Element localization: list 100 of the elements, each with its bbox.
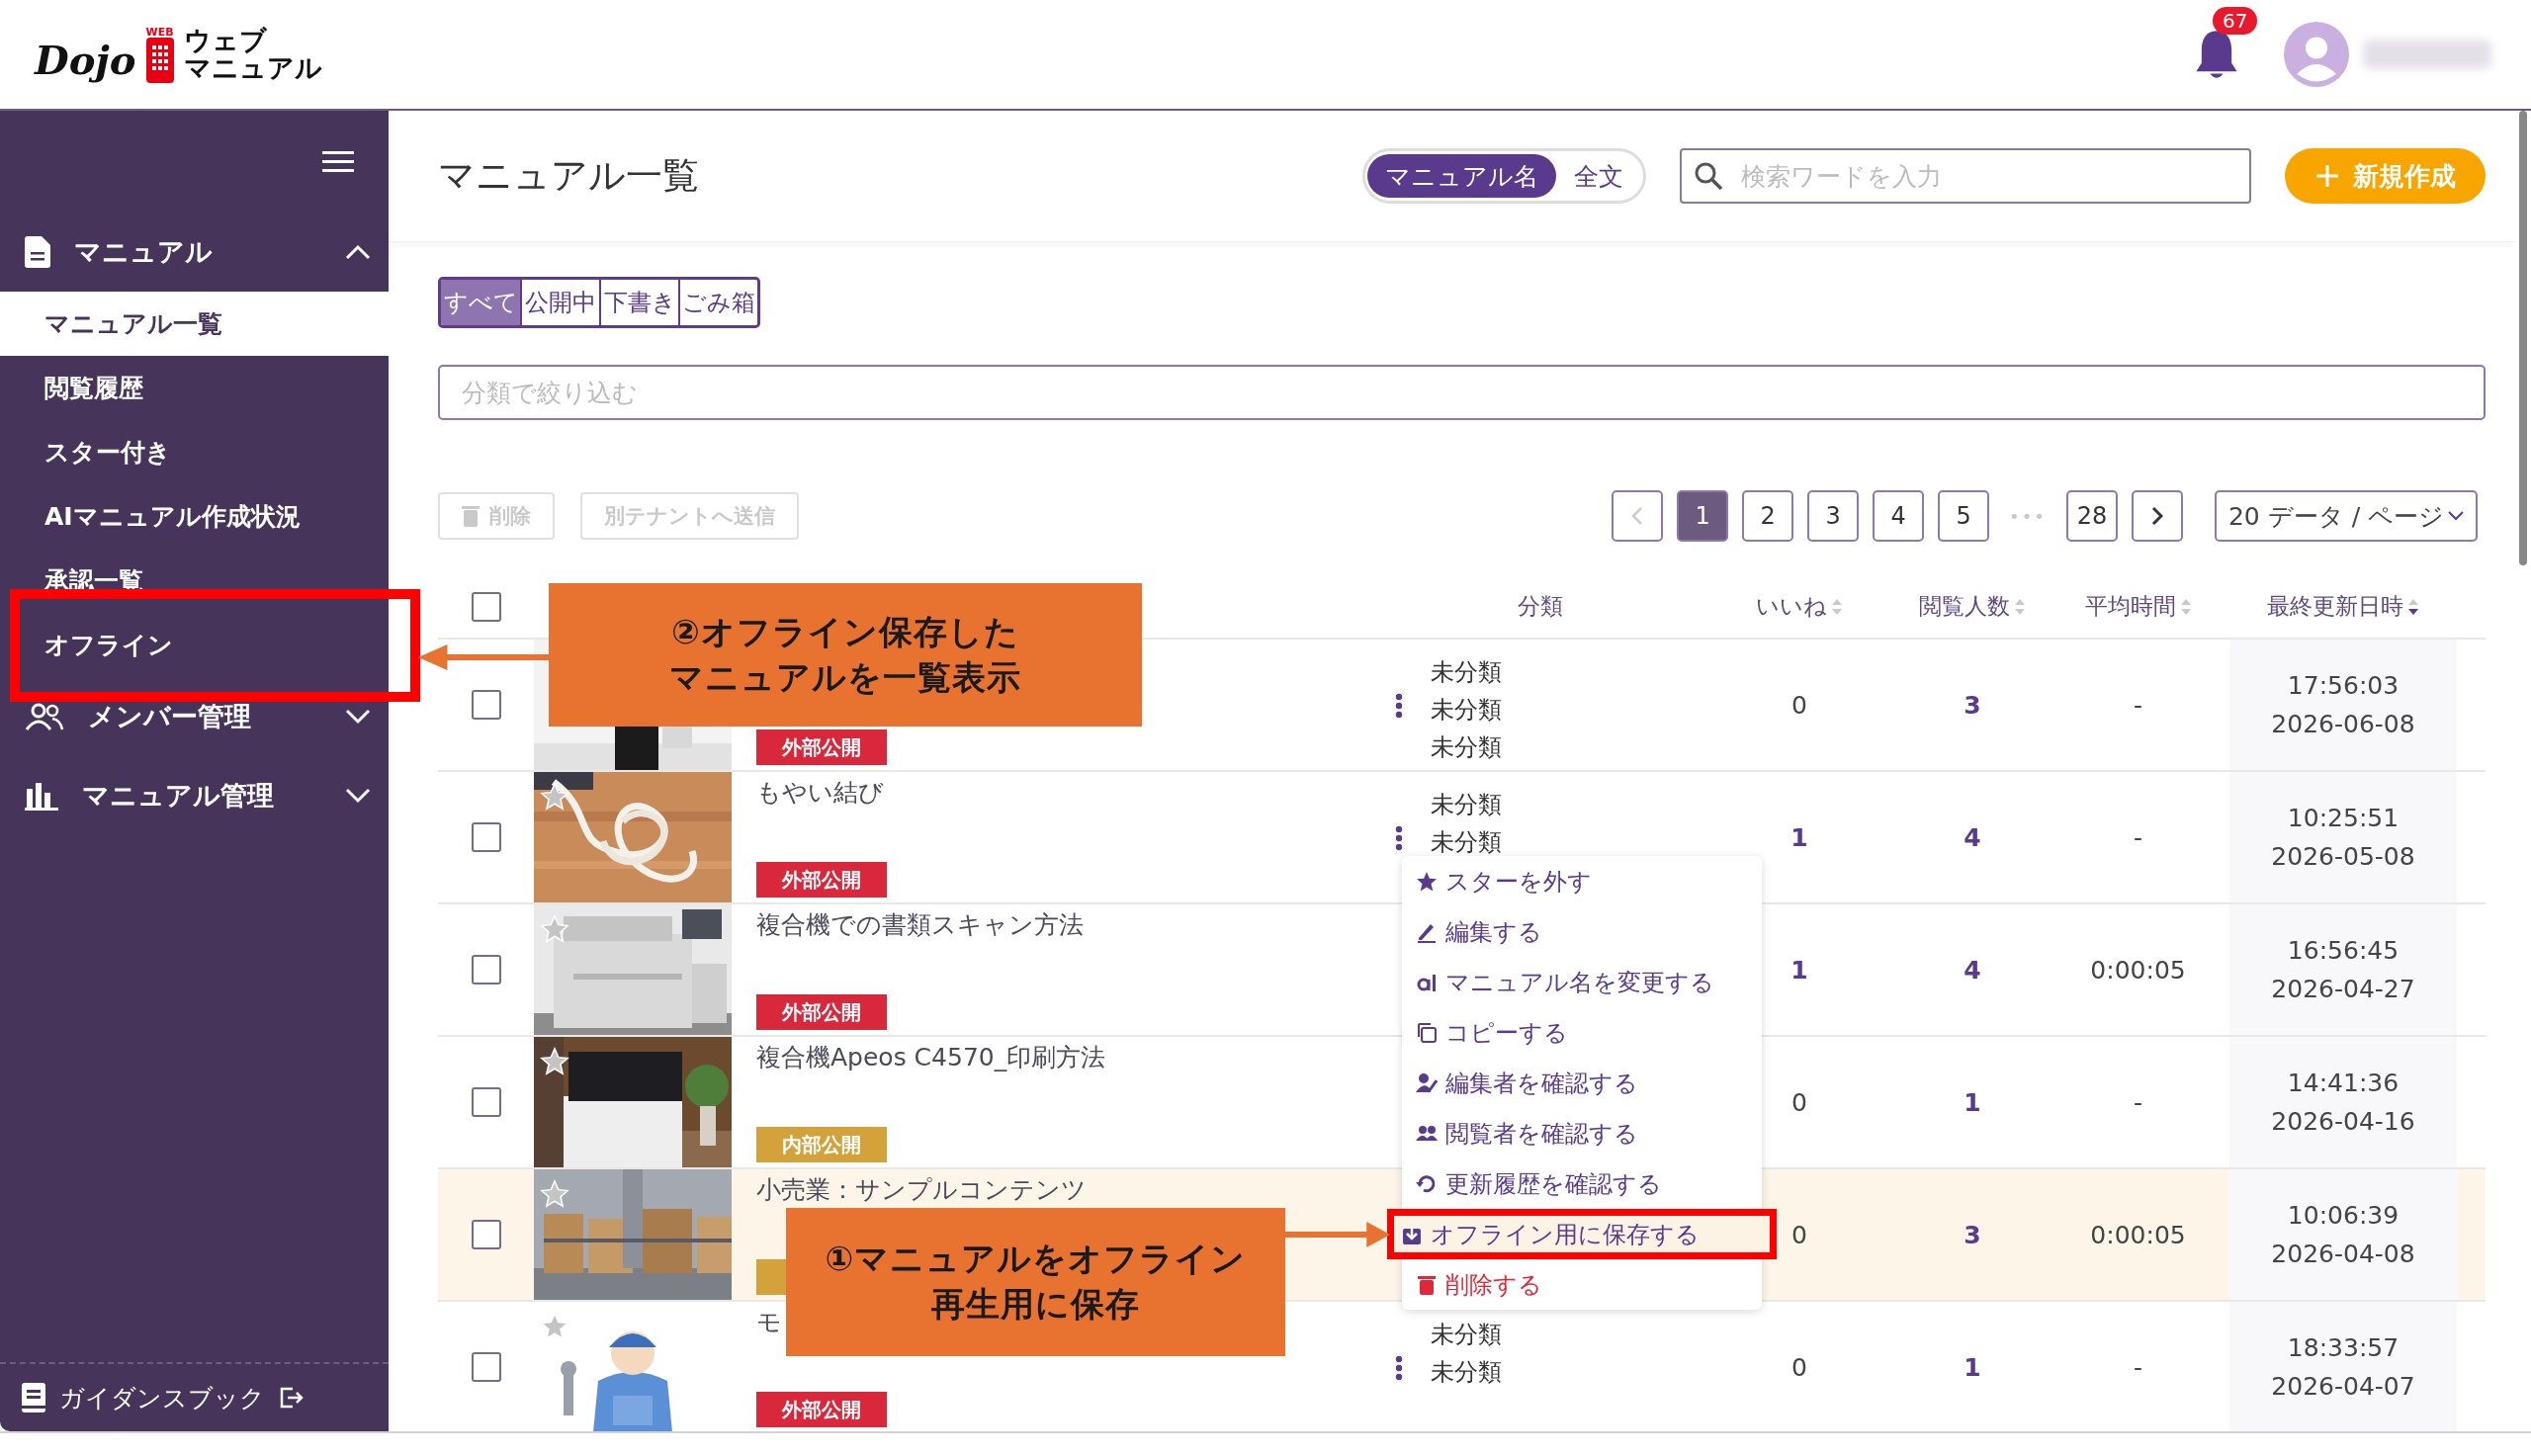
more-icon[interactable] — [1395, 1355, 1403, 1381]
manual-title[interactable]: もやい結び — [756, 776, 884, 809]
category-label: 未分類 — [1431, 827, 1502, 858]
manual-title[interactable]: モ — [756, 1306, 782, 1338]
row-checkbox[interactable] — [471, 955, 501, 985]
select-all-checkbox[interactable] — [471, 591, 501, 622]
row-checkbox[interactable] — [471, 1220, 501, 1249]
per-page-select[interactable]: 20 データ / ページ — [2214, 490, 2478, 542]
page-button[interactable]: 5 — [1938, 490, 1990, 542]
likes-count: 1 — [1790, 955, 1808, 985]
page-ellipsis: ••• — [2008, 505, 2048, 527]
search-mode-option[interactable]: 全文 — [1556, 154, 1641, 198]
star-icon[interactable] — [540, 1179, 569, 1209]
star-icon[interactable] — [540, 914, 569, 944]
category-label: 未分類 — [1431, 732, 1502, 763]
sidebar-item[interactable]: 閲覧履歴 — [0, 356, 389, 420]
page-button[interactable]: 1 — [1677, 490, 1729, 542]
page-button[interactable]: 28 — [2065, 490, 2118, 542]
next-page-button[interactable] — [2131, 490, 2183, 542]
search-field[interactable]: 検索ワードを入力 — [1680, 148, 2251, 204]
column-header[interactable]: いいね — [1756, 591, 1827, 622]
row-checkbox[interactable] — [471, 1087, 501, 1117]
sidebar-section[interactable]: メンバー管理 — [0, 677, 389, 756]
caret-icon — [2448, 511, 2464, 521]
viewer-count[interactable]: 3 — [1964, 1220, 1981, 1249]
update-date: 2026-04-07 — [2271, 1372, 2415, 1401]
plus-icon — [2314, 164, 2339, 188]
menu-item[interactable]: 編集者を確認する — [1402, 1058, 1762, 1108]
visibility-badge: 外部公開 — [756, 994, 887, 1030]
callout: ②オフライン保存した マニュアルを一覧表示 — [549, 583, 1142, 727]
chevron-right-icon — [2150, 506, 2163, 526]
update-date: 2026-05-08 — [2271, 842, 2415, 871]
star-icon[interactable] — [540, 1047, 569, 1076]
viewer-count[interactable]: 4 — [1964, 822, 1981, 852]
sidebar-item[interactable]: スター付き — [0, 420, 389, 484]
search-mode-option[interactable]: マニュアル名 — [1367, 154, 1556, 198]
search-mode-toggle[interactable]: マニュアル名 全文 — [1362, 148, 1646, 204]
row-checkbox[interactable] — [471, 1352, 501, 1382]
viewer-count[interactable]: 3 — [1964, 690, 1981, 720]
menu-item[interactable]: 閲覧者を確認する — [1402, 1108, 1762, 1158]
menu-item[interactable]: 更新履歴を確認する — [1402, 1158, 1762, 1209]
likes-count: 0 — [1791, 690, 1807, 720]
page-button[interactable]: 4 — [1873, 490, 1925, 542]
menu-item[interactable]: マニュアル名を変更する — [1402, 957, 1762, 1007]
chevron-icon — [345, 788, 371, 804]
chevron-icon — [345, 709, 371, 725]
menu-item[interactable]: オフライン用に保存する — [1394, 1216, 1770, 1252]
visibility-badge: 内部公開 — [756, 1127, 887, 1162]
row-checkbox[interactable] — [471, 690, 501, 720]
menu-item[interactable]: スターを外す — [1402, 856, 1762, 906]
category-filter-field[interactable]: 分類で絞り込む — [438, 365, 2486, 420]
column-header[interactable]: 閲覧人数 — [1919, 591, 2010, 622]
viewer-count[interactable]: 1 — [1964, 1087, 1981, 1117]
scrollbar-thumb[interactable] — [2519, 111, 2527, 565]
status-tab[interactable]: ごみ箱 — [678, 280, 757, 325]
bar-chart-icon — [25, 781, 58, 811]
document-icon — [25, 236, 50, 268]
sidebar-item[interactable]: AIマニュアル作成状況 — [0, 484, 389, 549]
external-link-icon — [279, 1386, 305, 1410]
visibility-badge: 外部公開 — [756, 862, 887, 898]
average-time: 0:00:05 — [2090, 1220, 2186, 1249]
status-tab[interactable]: すべて — [441, 280, 520, 325]
menu-item[interactable]: 編集する — [1402, 906, 1762, 957]
visibility-badge: 外部公開 — [756, 1392, 887, 1427]
manual-title[interactable]: 複合機Apeos C4570_印刷方法 — [756, 1041, 1106, 1073]
more-icon[interactable] — [1395, 693, 1403, 719]
visibility-badge: 外部公開 — [756, 729, 887, 765]
menu-item[interactable]: コピーする — [1402, 1007, 1762, 1058]
column-header[interactable]: 平均時間 — [2084, 591, 2176, 622]
sidebar-section[interactable]: マニュアル管理 — [0, 756, 389, 835]
viewer-count[interactable]: 1 — [1964, 1352, 1981, 1382]
likes-count: 0 — [1791, 1220, 1807, 1249]
column-header[interactable]: 最終更新日時 — [2267, 591, 2403, 622]
star-icon[interactable] — [540, 782, 569, 812]
page-button[interactable]: 3 — [1807, 490, 1860, 542]
guidebook-link[interactable]: ガイダンスブック — [59, 1381, 265, 1414]
likes-count: 1 — [1790, 822, 1808, 852]
callout: ①マニュアルをオフライン 再生用に保存 — [786, 1208, 1285, 1356]
update-time: 16:56:45 — [2287, 936, 2400, 965]
category-label: 未分類 — [1431, 790, 1502, 820]
sidebar-item[interactable]: マニュアル一覧 — [0, 292, 389, 356]
book-icon — [22, 1383, 45, 1413]
row-checkbox[interactable] — [471, 822, 501, 852]
sidebar-section[interactable]: マニュアル — [0, 213, 389, 292]
likes-count: 0 — [1791, 1087, 1807, 1117]
update-time: 10:25:51 — [2287, 804, 2400, 832]
menu-icon[interactable] — [322, 150, 354, 173]
viewer-count[interactable]: 4 — [1964, 955, 1981, 985]
copy-icon — [1416, 1021, 1438, 1044]
menu-item[interactable]: 削除する — [1402, 1259, 1762, 1310]
bell-icon[interactable] — [2195, 29, 2238, 80]
more-icon[interactable] — [1395, 825, 1403, 851]
category-label: 未分類 — [1431, 695, 1502, 726]
update-date: 2026-06-08 — [2271, 710, 2415, 738]
manual-title[interactable]: 小売業：サンプルコンテンツ — [756, 1173, 1087, 1206]
logo: Dojo WEB ウェブ マニュアル — [35, 26, 322, 83]
sidebar-item[interactable]: オフライン — [0, 613, 389, 677]
page-title: マニュアル一覧 — [438, 153, 699, 199]
page-button[interactable]: 2 — [1742, 490, 1794, 542]
manual-title[interactable]: 複合機での書類スキャン方法 — [756, 908, 1084, 941]
